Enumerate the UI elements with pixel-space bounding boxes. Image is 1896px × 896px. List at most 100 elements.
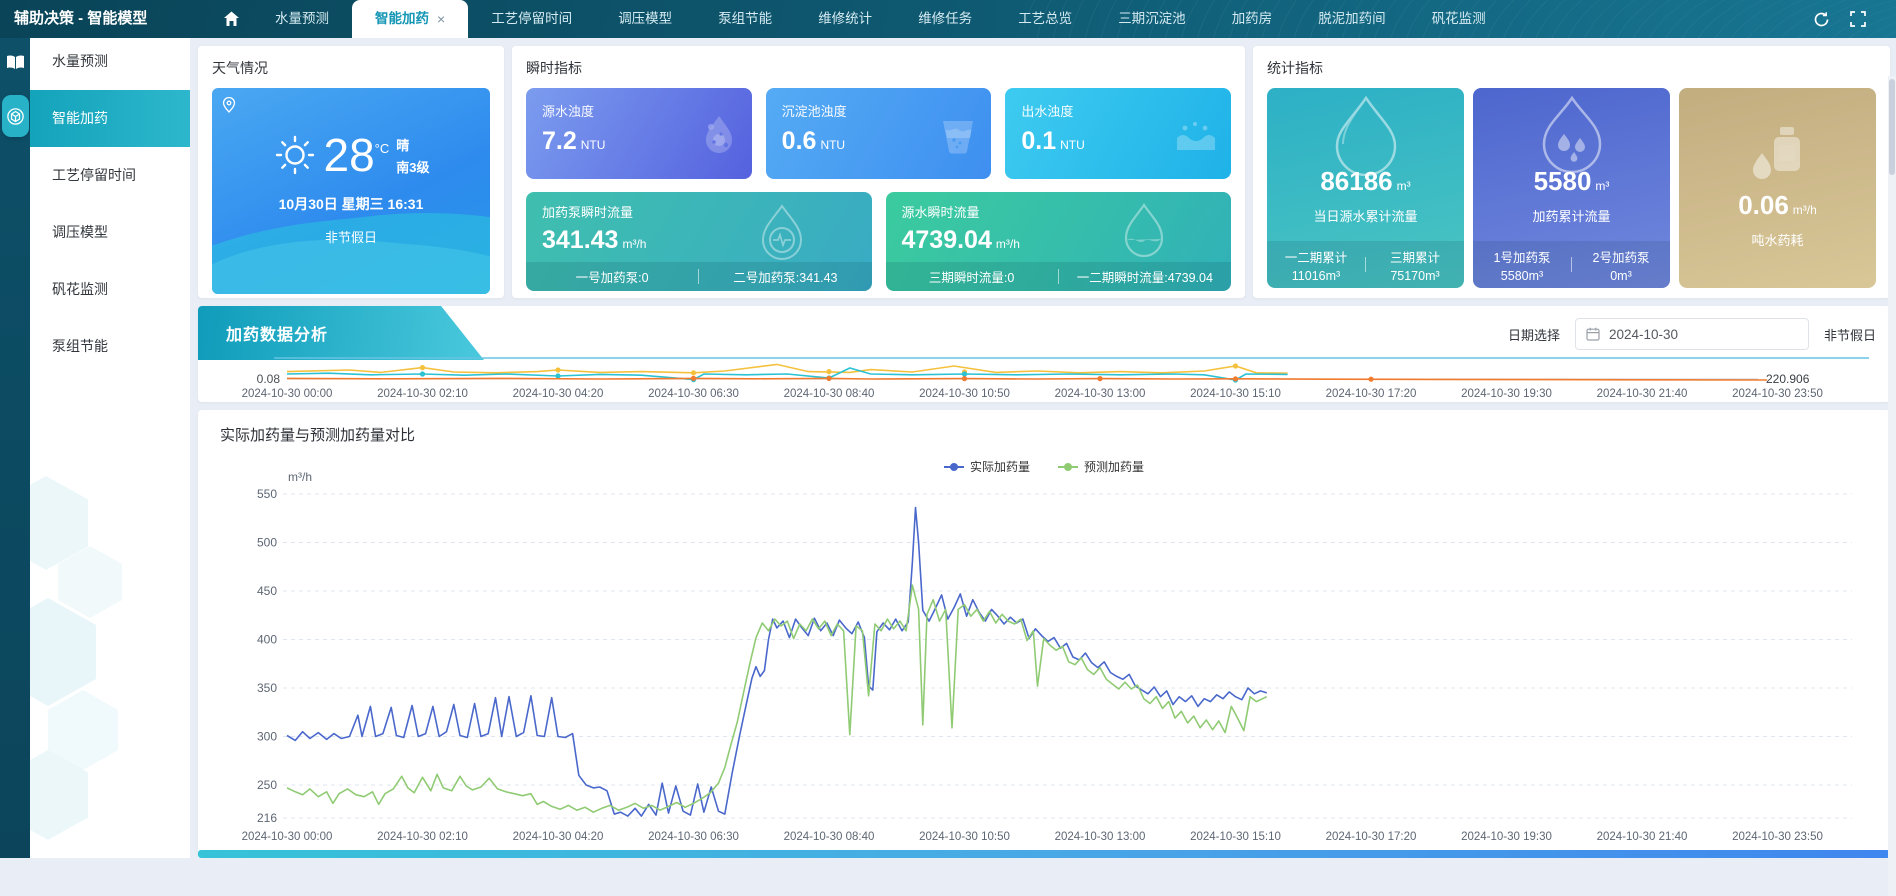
topbar-actions — [1813, 0, 1896, 38]
legend-item-预测加药量[interactable]: 预测加药量 — [1058, 458, 1144, 475]
app-title: 辅助决策 - 智能模型 — [0, 0, 196, 38]
card-unit: m³/h — [622, 237, 646, 251]
svg-text:2024-10-30 04:20: 2024-10-30 04:20 — [513, 831, 604, 843]
svg-text:250: 250 — [257, 778, 277, 792]
flow-card-加药泵瞬时流量[interactable]: 加药泵瞬时流量341.43m³/h一号加药泵:0二号加药泵:341.43 — [526, 192, 872, 291]
weather-wind: 南3级 — [396, 157, 429, 176]
card-unit: NTU — [820, 138, 845, 152]
sidebar-item-矾花监测[interactable]: 矾花监测 — [30, 261, 190, 318]
weather-date: 10月30日 星期三 16:31 — [212, 194, 490, 214]
bottle-drop-icon — [1742, 132, 1814, 184]
comparison-line-chart[interactable]: 5505004504003503002502162024-10-30 00:00… — [204, 484, 1884, 850]
svg-text:400: 400 — [257, 633, 277, 647]
sparkline-chart[interactable]: 0.08220.9062024-10-30 00:002024-10-30 02… — [206, 352, 1882, 400]
footer-key: 三期累计 — [1390, 247, 1440, 266]
big-drop-icon — [1327, 108, 1405, 160]
sidebar-item-调压模型[interactable]: 调压模型 — [30, 204, 190, 261]
card-unit: NTU — [581, 138, 606, 152]
sidebar: 水量预测智能加药工艺停留时间调压模型矾花监测泵组节能 — [30, 38, 190, 858]
date-value: 2024-10-30 — [1609, 327, 1678, 342]
footer-right-value: 二号加药泵:341.43 — [699, 267, 871, 286]
refresh-icon[interactable] — [1813, 11, 1830, 28]
svg-text:2024-10-30 08:40: 2024-10-30 08:40 — [784, 831, 875, 843]
footer-left-value: 三期瞬时流量:0 — [886, 267, 1058, 286]
card-value: 4739.04m³/h — [902, 226, 1216, 255]
topbar-tab-脱泥加药间[interactable]: 脱泥加药间 — [1295, 0, 1409, 38]
legend-label: 实际加药量 — [970, 458, 1030, 475]
instant-metrics-panel: 瞬时指标 源水浊度7.2NTU沉淀池浊度0.6NTU出水浊度0.1NTU 加药泵… — [512, 46, 1245, 298]
bottom-section-edge — [198, 850, 1890, 858]
svg-text:2024-10-30 15:10: 2024-10-30 15:10 — [1190, 831, 1281, 843]
svg-text:2024-10-30 00:00: 2024-10-30 00:00 — [242, 831, 333, 843]
sidebar-item-水量预测[interactable]: 水量预测 — [30, 38, 190, 90]
topbar-tab-维修统计[interactable]: 维修统计 — [795, 0, 895, 38]
svg-text:2024-10-30 10:50: 2024-10-30 10:50 — [919, 831, 1010, 843]
svg-text:2024-10-30 21:40: 2024-10-30 21:40 — [1597, 388, 1688, 400]
card-label: 源水瞬时流量 — [902, 202, 1216, 221]
tab-label: 三期沉淀池 — [1118, 0, 1186, 38]
stat-card-吨水药耗[interactable]: 0.06m³/h吨水药耗 — [1679, 88, 1876, 288]
date-picker-input[interactable]: 2024-10-30 — [1575, 318, 1809, 350]
tab-label: 调压模型 — [618, 0, 672, 38]
turbidity-card-源水浊度[interactable]: 源水浊度7.2NTU — [526, 88, 752, 179]
topbar-tab-水量预测[interactable]: 水量预测 — [252, 0, 352, 38]
fullscreen-icon[interactable] — [1850, 11, 1866, 27]
turbidity-card-沉淀池浊度[interactable]: 沉淀池浊度0.6NTU — [766, 88, 992, 179]
sidebar-item-泵组节能[interactable]: 泵组节能 — [30, 318, 190, 375]
svg-text:2024-10-30 04:20: 2024-10-30 04:20 — [513, 388, 604, 400]
temperature-value: 28°C — [324, 132, 390, 178]
sidebar-item-工艺停留时间[interactable]: 工艺停留时间 — [30, 147, 190, 204]
card-footer: 三期瞬时流量:0一二期瞬时流量:4739.04 — [886, 262, 1232, 291]
svg-text:2024-10-30 06:30: 2024-10-30 06:30 — [648, 831, 739, 843]
turbidity-card-出水浊度[interactable]: 出水浊度0.1NTU — [1005, 88, 1231, 179]
topbar-tab-矾花监测[interactable]: 矾花监测 — [1409, 0, 1509, 38]
tab-label: 维修任务 — [918, 0, 972, 38]
dosing-analysis-panel: 加药数据分析 日期选择 2024-10-30 非节假日 0.08220.9062… — [198, 306, 1890, 402]
topbar-tab-维修任务[interactable]: 维修任务 — [895, 0, 995, 38]
svg-text:2024-10-30 10:50: 2024-10-30 10:50 — [919, 388, 1010, 400]
svg-text:2024-10-30 19:30: 2024-10-30 19:30 — [1461, 388, 1552, 400]
svg-text:216: 216 — [257, 811, 277, 825]
date-select-label: 日期选择 — [1508, 325, 1560, 344]
temperature-unit: °C — [375, 141, 390, 156]
tab-label: 泵组节能 — [718, 0, 772, 38]
model-cube-icon[interactable] — [2, 95, 29, 137]
svg-text:450: 450 — [257, 584, 277, 598]
card-unit: m³ — [1397, 179, 1411, 193]
topbar-tab-加药房[interactable]: 加药房 — [1209, 0, 1296, 38]
card-label: 当日源水累计流量 — [1313, 206, 1417, 225]
tab-label: 脱泥加药间 — [1318, 0, 1386, 38]
flow-card-源水瞬时流量[interactable]: 源水瞬时流量 4739.04m³/h 三期瞬时流量:0一二期瞬时流量:4739.04 — [886, 192, 1232, 291]
svg-text:220.906: 220.906 — [1766, 372, 1810, 386]
stats-section-title: 统计指标 — [1267, 58, 1876, 78]
topbar-tab-泵组节能[interactable]: 泵组节能 — [695, 0, 795, 38]
topbar-tab-工艺停留时间[interactable]: 工艺停留时间 — [468, 0, 595, 38]
legend-label: 预测加药量 — [1084, 458, 1144, 475]
card-label: 加药泵瞬时流量 — [542, 202, 856, 221]
svg-text:500: 500 — [257, 536, 277, 550]
scrollbar-thumb[interactable] — [1889, 79, 1895, 175]
topbar-tab-调压模型[interactable]: 调压模型 — [595, 0, 695, 38]
card-unit: m³/h — [996, 237, 1020, 251]
sidebar-item-智能加药[interactable]: 智能加药 — [30, 90, 190, 147]
tab-close-icon[interactable]: × — [437, 0, 445, 38]
stat-card-当日源水累计流量[interactable]: 86186m³当日源水累计流量一二期累计11016m³三期累计75170m³ — [1267, 88, 1464, 288]
svg-text:2024-10-30 21:40: 2024-10-30 21:40 — [1597, 831, 1688, 843]
topbar-tab-工艺总览[interactable]: 工艺总览 — [995, 0, 1095, 38]
svg-text:2024-10-30 02:10: 2024-10-30 02:10 — [377, 831, 468, 843]
svg-text:2024-10-30 00:00: 2024-10-30 00:00 — [242, 388, 333, 400]
book-icon[interactable] — [3, 50, 27, 74]
droplet-molecule-icon — [698, 112, 740, 156]
card-label: 加药累计流量 — [1532, 206, 1610, 225]
topbar-tab-智能加药[interactable]: 智能加药× — [352, 0, 468, 38]
statistics-panel: 统计指标 86186m³当日源水累计流量一二期累计11016m³三期累计7517… — [1253, 46, 1890, 298]
legend-item-实际加药量[interactable]: 实际加药量 — [944, 458, 1030, 475]
home-icon[interactable] — [210, 0, 252, 38]
svg-text:300: 300 — [257, 730, 277, 744]
topbar-tab-三期沉淀池[interactable]: 三期沉淀池 — [1095, 0, 1209, 38]
card-value: 341.43m³/h — [542, 226, 856, 255]
tab-label: 工艺停留时间 — [491, 0, 572, 38]
page-scrollbar[interactable] — [1888, 76, 1896, 896]
footer-col: 三期累计75170m³ — [1366, 247, 1464, 283]
stat-card-加药累计流量[interactable]: 5580m³加药累计流量1号加药泵5580m³2号加药泵0m³ — [1473, 88, 1670, 288]
